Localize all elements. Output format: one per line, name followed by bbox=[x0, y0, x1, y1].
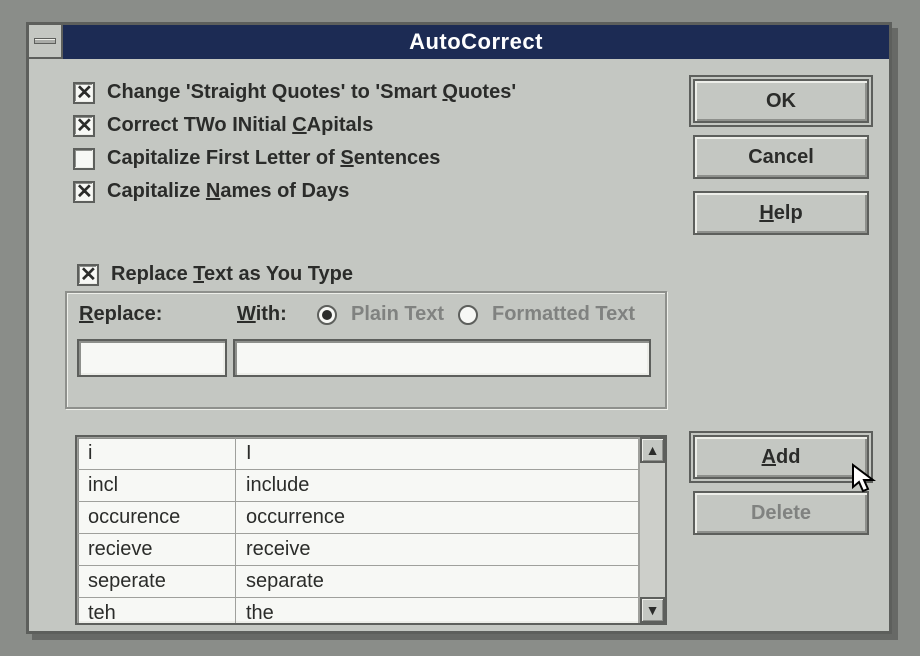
replace-fields-row bbox=[77, 339, 651, 377]
dialog-title: AutoCorrect bbox=[63, 25, 889, 59]
radio-icon bbox=[317, 305, 337, 325]
entry-replace-cell: incl bbox=[78, 470, 236, 502]
entry-with-cell: separate bbox=[236, 566, 639, 598]
add-button[interactable]: Add bbox=[693, 435, 869, 479]
checkbox-label: Capitalize First Letter of Sentences bbox=[107, 147, 440, 170]
dialog-body: Change 'Straight Quotes' to 'Smart Quote… bbox=[29, 59, 889, 631]
replace-input[interactable] bbox=[77, 339, 227, 377]
table-row[interactable]: iI bbox=[78, 438, 639, 470]
with-input[interactable] bbox=[233, 339, 651, 377]
scroll-down-button[interactable]: ▼ bbox=[640, 597, 665, 623]
checkbox-replace-as-you-type[interactable]: Replace Text as You Type bbox=[77, 263, 359, 286]
radio-formatted-text[interactable]: Formatted Text bbox=[458, 303, 635, 326]
autocorrect-entries-list[interactable]: iIinclincludeoccurenceoccurrencereciever… bbox=[75, 435, 667, 625]
radio-icon bbox=[458, 305, 478, 325]
entry-replace-cell: teh bbox=[78, 598, 236, 624]
checkbox-label: Capitalize Names of Days bbox=[107, 180, 349, 203]
table-row[interactable]: occurenceoccurrence bbox=[78, 502, 639, 534]
table-row[interactable]: seperateseparate bbox=[78, 566, 639, 598]
scroll-track[interactable] bbox=[640, 463, 665, 597]
scroll-up-button[interactable]: ▲ bbox=[640, 437, 665, 463]
radio-label: Plain Text bbox=[351, 303, 444, 326]
dialog-button-column: OK Cancel Help bbox=[693, 79, 869, 235]
checkbox-icon bbox=[73, 148, 95, 170]
title-bar: AutoCorrect bbox=[29, 25, 889, 59]
table-row[interactable]: inclinclude bbox=[78, 470, 639, 502]
entry-with-cell: receive bbox=[236, 534, 639, 566]
entries-button-column: Add Delete bbox=[693, 435, 869, 535]
delete-button: Delete bbox=[693, 491, 869, 535]
entry-with-cell: include bbox=[236, 470, 639, 502]
checkbox-icon bbox=[73, 181, 95, 203]
arrow-up-icon: ▲ bbox=[646, 442, 660, 458]
replace-label: Replace: bbox=[79, 303, 237, 326]
help-button[interactable]: Help bbox=[693, 191, 869, 235]
table-row[interactable]: recievereceive bbox=[78, 534, 639, 566]
entry-replace-cell: occurence bbox=[78, 502, 236, 534]
checkbox-label: Correct TWo INitial CApitals bbox=[107, 114, 373, 137]
checkbox-label: Replace Text as You Type bbox=[111, 263, 353, 286]
entry-with-cell: the bbox=[236, 598, 639, 624]
with-label: With: bbox=[237, 303, 317, 326]
entries-table: iIinclincludeoccurenceoccurrencereciever… bbox=[77, 437, 639, 623]
vertical-scrollbar[interactable]: ▲ ▼ bbox=[639, 437, 665, 623]
entry-replace-cell: i bbox=[78, 438, 236, 470]
radio-label: Formatted Text bbox=[492, 303, 635, 326]
checkbox-icon bbox=[73, 82, 95, 104]
arrow-down-icon: ▼ bbox=[646, 602, 660, 618]
entry-with-cell: occurrence bbox=[236, 502, 639, 534]
entry-with-cell: I bbox=[236, 438, 639, 470]
checkbox-label: Change 'Straight Quotes' to 'Smart Quote… bbox=[107, 81, 516, 104]
checkbox-icon bbox=[73, 115, 95, 137]
ok-button[interactable]: OK bbox=[693, 79, 869, 123]
replace-labels-row: Replace: With: Plain Text Formatted Text bbox=[79, 303, 635, 326]
entry-replace-cell: seperate bbox=[78, 566, 236, 598]
entry-replace-cell: recieve bbox=[78, 534, 236, 566]
cancel-button[interactable]: Cancel bbox=[693, 135, 869, 179]
table-row[interactable]: tehthe bbox=[78, 598, 639, 624]
radio-plain-text[interactable]: Plain Text bbox=[317, 303, 444, 326]
checkbox-icon bbox=[77, 264, 99, 286]
system-menu-button[interactable] bbox=[29, 25, 63, 59]
autocorrect-dialog: AutoCorrect Change 'Straight Quotes' to … bbox=[26, 22, 892, 634]
system-menu-icon bbox=[34, 38, 56, 44]
